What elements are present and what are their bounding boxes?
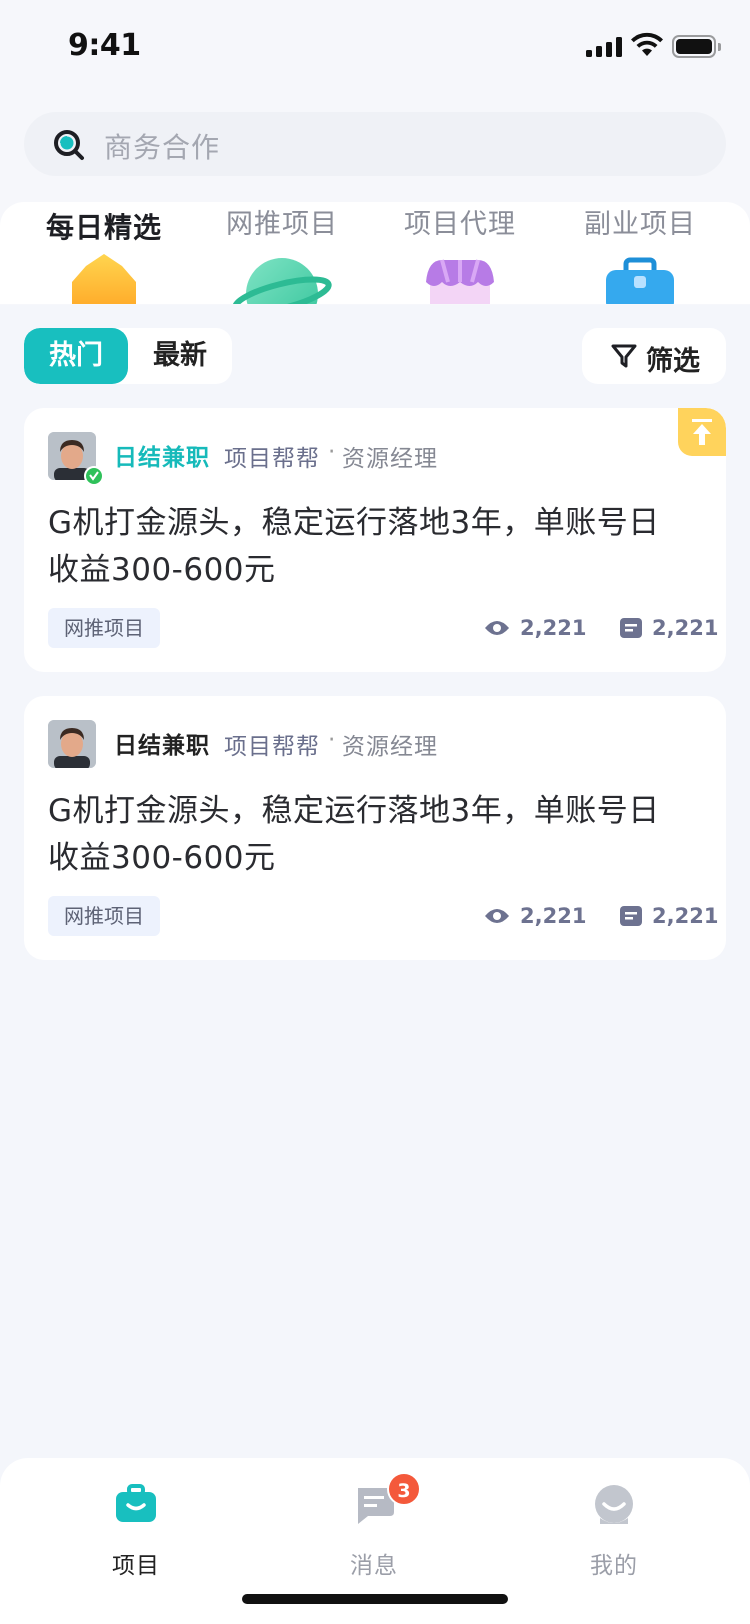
tab-label: 消息 — [350, 1553, 398, 1579]
post-title[interactable]: G机打金源头，稳定运行落地3年，单账号日收益300-600元 — [48, 500, 688, 594]
category-label: 项目代理 — [404, 209, 516, 240]
status-bar: 9:41 — [0, 0, 750, 96]
category-label: 每日精选 — [45, 211, 162, 244]
author-role: 资源经理 — [342, 734, 438, 760]
tab-me[interactable]: 我的 — [554, 1472, 674, 1582]
filter-icon — [611, 344, 637, 368]
status-time: 9:41 — [68, 28, 141, 63]
wifi-icon — [631, 32, 663, 56]
unread-badge: 3 — [387, 1472, 421, 1506]
search-placeholder: 商务合作 — [104, 131, 221, 164]
tab-projects[interactable]: 项目 — [76, 1472, 196, 1582]
view-count-value: 2,221 — [520, 616, 587, 640]
avatar[interactable] — [48, 720, 96, 768]
comment-icon — [620, 906, 642, 926]
planet-icon — [232, 258, 332, 304]
view-count: 2,221 — [484, 902, 586, 930]
comment-count: 2,221 — [620, 902, 718, 930]
battery-icon — [672, 35, 721, 58]
category-tabs: 每日精选 网推项目 项目代理 副业项目 — [0, 202, 750, 304]
separator: · — [328, 439, 336, 465]
verified-badge-icon — [84, 466, 104, 486]
author-role: 资源经理 — [342, 446, 438, 472]
sort-toggle: 热门 最新 — [24, 328, 232, 384]
comment-count-value: 2,221 — [652, 904, 719, 928]
author-org: 项目帮帮 — [224, 446, 320, 472]
post-card[interactable]: 日结兼职 项目帮帮 · 资源经理 G机打金源头，稳定运行落地3年，单账号日收益3… — [24, 408, 726, 672]
author-name[interactable]: 日结兼职 — [114, 726, 210, 760]
shop-icon — [426, 259, 494, 304]
eye-icon — [485, 621, 509, 635]
author-name[interactable]: 日结兼职 — [114, 438, 210, 472]
sort-hot-button[interactable]: 热门 — [24, 328, 128, 384]
crown-icon — [72, 254, 136, 304]
avatar-image — [48, 720, 96, 768]
post-tag[interactable]: 网推项目 — [48, 896, 160, 936]
category-tab-side-business[interactable]: 副业项目 — [560, 202, 720, 304]
briefcase-tab-icon — [116, 1484, 156, 1522]
category-tab-agency[interactable]: 项目代理 — [380, 202, 540, 304]
view-count-value: 2,221 — [520, 904, 587, 928]
profile-icon — [595, 1485, 633, 1524]
category-tab-daily-picks[interactable]: 每日精选 — [24, 202, 184, 304]
post-title[interactable]: G机打金源头，稳定运行落地3年，单账号日收益300-600元 — [48, 788, 688, 882]
pin-to-top-icon[interactable] — [678, 408, 726, 456]
filter-label: 筛选 — [646, 346, 700, 377]
separator: · — [328, 727, 336, 753]
tab-label: 我的 — [590, 1553, 638, 1579]
comment-count-value: 2,221 — [652, 616, 719, 640]
author-org: 项目帮帮 — [224, 734, 320, 760]
category-tab-online-promo[interactable]: 网推项目 — [202, 202, 362, 304]
comment-count: 2,221 — [620, 614, 718, 642]
signal-icon — [586, 36, 622, 57]
eye-icon — [485, 909, 509, 923]
comment-icon — [620, 618, 642, 638]
briefcase-icon — [606, 257, 674, 304]
post-tag[interactable]: 网推项目 — [48, 608, 160, 648]
search-bar[interactable]: 商务合作 — [24, 112, 726, 176]
tab-label: 项目 — [112, 1553, 160, 1579]
filter-button[interactable]: 筛选 — [582, 328, 726, 384]
sort-latest-button[interactable]: 最新 — [128, 328, 232, 384]
search-icon — [54, 130, 84, 160]
home-indicator — [242, 1594, 508, 1604]
view-count: 2,221 — [484, 614, 586, 642]
category-label: 网推项目 — [226, 209, 338, 240]
category-label: 副业项目 — [584, 209, 696, 240]
post-card[interactable]: 日结兼职 项目帮帮 · 资源经理 G机打金源头，稳定运行落地3年，单账号日收益3… — [24, 696, 726, 960]
tab-messages[interactable]: 3 消息 — [314, 1472, 434, 1582]
